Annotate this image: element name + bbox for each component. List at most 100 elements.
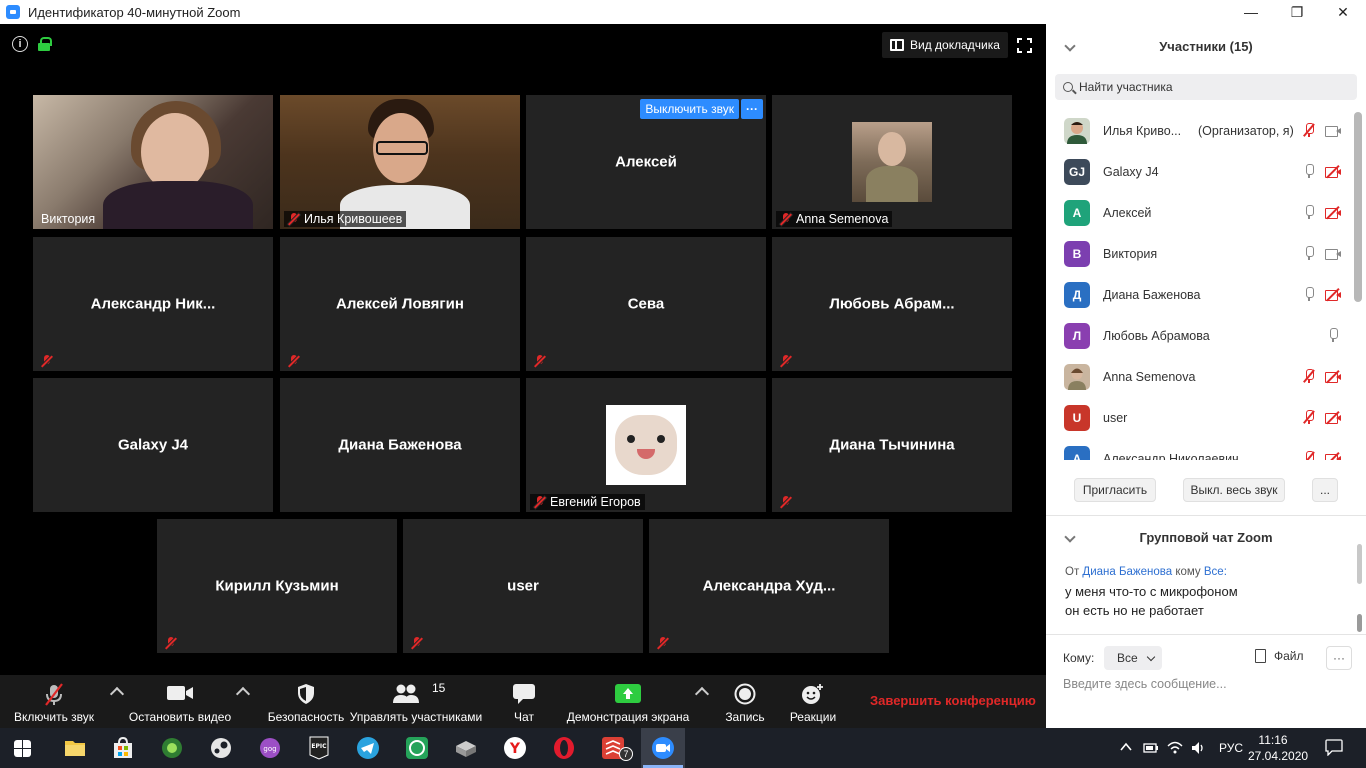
gog-galaxy-icon[interactable]: gog: [258, 736, 282, 760]
volume-icon[interactable]: [1191, 740, 1207, 756]
action-center-icon[interactable]: [1325, 739, 1343, 756]
video-tile-ilya[interactable]: Илья Кривошеев: [280, 95, 520, 229]
opera-icon[interactable]: [552, 736, 576, 760]
stop-video-button[interactable]: Остановить видео: [128, 675, 232, 728]
participant-label: [161, 636, 181, 651]
video-tile-diana-tychinina[interactable]: Диана Тычинина: [772, 378, 1012, 512]
chat-button[interactable]: Чат: [504, 675, 544, 728]
video-tile-lyubov[interactable]: Любовь Абрам...: [772, 237, 1012, 371]
yandex-browser-icon[interactable]: Y: [503, 736, 527, 760]
mic-icon[interactable]: [1328, 328, 1338, 342]
collapse-chevron-icon[interactable]: [1064, 40, 1076, 52]
end-meeting-button[interactable]: Завершить конференцию: [870, 693, 1036, 708]
participant-row[interactable]: Илья Криво... (Организатор, я): [1046, 110, 1354, 151]
telegram-icon[interactable]: [356, 736, 380, 760]
invite-button[interactable]: Пригласить: [1074, 478, 1156, 502]
encryption-lock-icon[interactable]: [38, 37, 52, 51]
mic-active-icon[interactable]: [1304, 246, 1314, 260]
participant-row[interactable]: Anna Semenova: [1046, 356, 1354, 397]
video-off-icon[interactable]: [1325, 410, 1341, 425]
participants-more-button[interactable]: ...: [1312, 478, 1338, 502]
mic-muted-icon[interactable]: [1303, 369, 1315, 383]
chat-message-input[interactable]: Введите здесь сообщение...: [1063, 677, 1227, 691]
video-tile-seva[interactable]: Сева: [526, 237, 766, 371]
unmute-button[interactable]: Включить звук: [8, 675, 100, 728]
chat-scrollbar[interactable]: [1356, 544, 1362, 634]
video-tile-user[interactable]: user: [403, 519, 643, 653]
mic-icon[interactable]: [1304, 164, 1314, 178]
video-off-icon[interactable]: [1325, 451, 1341, 460]
participant-row[interactable]: Л Любовь Абрамова: [1046, 315, 1354, 356]
mic-muted-icon[interactable]: [1303, 410, 1315, 424]
windows-start-icon[interactable]: [14, 740, 31, 757]
participant-row[interactable]: Д Диана Баженова: [1046, 274, 1354, 315]
steam-icon[interactable]: [209, 736, 233, 760]
close-button[interactable]: ✕: [1320, 0, 1366, 24]
input-language[interactable]: РУС: [1219, 728, 1243, 768]
record-label: Запись: [725, 710, 765, 724]
collapse-chevron-icon[interactable]: [1064, 531, 1076, 543]
battery-icon[interactable]: [1143, 741, 1159, 755]
video-options-caret-icon[interactable]: [235, 686, 251, 702]
video-tile-aleksey[interactable]: Алексей Выключить звук ···: [526, 95, 766, 229]
mic-icon[interactable]: [1304, 287, 1314, 301]
share-options-caret-icon[interactable]: [694, 686, 710, 702]
video-off-icon[interactable]: [1325, 287, 1341, 302]
tray-chevron-up-icon[interactable]: [1119, 740, 1133, 754]
zoom-taskbar-icon[interactable]: [651, 736, 675, 760]
video-off-icon[interactable]: [1325, 164, 1341, 179]
video-tile-kirill[interactable]: Кирилл Кузьмин: [157, 519, 397, 653]
minimize-button[interactable]: —: [1228, 0, 1274, 24]
participant-row[interactable]: А Алексей: [1046, 192, 1354, 233]
video-off-icon[interactable]: [1325, 369, 1341, 384]
chat-sender[interactable]: Диана Баженова: [1082, 566, 1172, 578]
chat-recipient[interactable]: Все:: [1204, 566, 1227, 578]
participant-list-scrollbar[interactable]: [1354, 112, 1362, 302]
mic-muted-icon[interactable]: [1303, 123, 1315, 137]
participant-row[interactable]: U user: [1046, 397, 1354, 438]
video-tile-diana-bazhenova[interactable]: Диана Баженова: [280, 378, 520, 512]
mic-muted-icon: [165, 637, 177, 650]
mic-muted-icon[interactable]: [1303, 451, 1315, 460]
participant-row[interactable]: А Александр Николаевич: [1046, 438, 1354, 460]
share-screen-button[interactable]: Демонстрация экрана: [564, 675, 692, 728]
xbox-icon[interactable]: [160, 736, 184, 760]
security-button[interactable]: Безопасность: [264, 675, 348, 728]
mic-muted-icon: [411, 637, 423, 650]
recipient-select[interactable]: Все: [1104, 646, 1162, 670]
participant-row[interactable]: GJ Galaxy J4: [1046, 151, 1354, 192]
video-tile-aleksey-lovyagin[interactable]: Алексей Ловягин: [280, 237, 520, 371]
mute-all-button[interactable]: Выкл. весь звук: [1183, 478, 1285, 502]
video-tile-anna[interactable]: Anna Semenova: [772, 95, 1012, 229]
epic-games-icon[interactable]: EPIC: [307, 736, 331, 760]
reactions-button[interactable]: Реакции: [786, 675, 840, 728]
restore-button[interactable]: ❐: [1274, 0, 1320, 24]
participant-search-input[interactable]: Найти участника: [1055, 74, 1357, 100]
audio-options-caret-icon[interactable]: [109, 686, 125, 702]
participant-row[interactable]: В Виктория: [1046, 233, 1354, 274]
microsoft-store-icon[interactable]: [111, 736, 135, 760]
manage-participants-button[interactable]: 15 Управлять участниками: [348, 675, 484, 728]
video-tile-viktoria[interactable]: Виктория: [33, 95, 273, 229]
video-tile-aleksandra[interactable]: Александра Худ...: [649, 519, 889, 653]
package-manager-icon[interactable]: [454, 736, 478, 760]
record-button[interactable]: Запись: [722, 675, 768, 728]
wifi-icon[interactable]: [1167, 739, 1183, 755]
info-icon[interactable]: i: [12, 36, 28, 52]
whatsapp-icon[interactable]: [405, 736, 429, 760]
video-off-icon[interactable]: [1325, 205, 1341, 220]
video-tile-aleksandr[interactable]: Александр Ник...: [33, 237, 273, 371]
more-options-button[interactable]: ···: [741, 99, 763, 119]
speaker-view-button[interactable]: Вид докладчика: [882, 32, 1008, 58]
video-camera-icon[interactable]: [1325, 248, 1341, 260]
system-clock[interactable]: 11:16 27.04.2020: [1248, 732, 1308, 764]
video-camera-icon[interactable]: [1325, 125, 1341, 137]
mute-participant-button[interactable]: Выключить звук: [640, 99, 739, 119]
fullscreen-icon[interactable]: [1017, 38, 1032, 53]
mic-icon[interactable]: [1304, 205, 1314, 219]
video-tile-galaxy[interactable]: Galaxy J4: [33, 378, 273, 512]
chat-more-button[interactable]: ···: [1326, 646, 1352, 670]
file-explorer-icon[interactable]: [63, 736, 87, 760]
video-tile-evgeniy[interactable]: Евгений Егоров: [526, 378, 766, 512]
file-button[interactable]: Файл: [1255, 649, 1304, 663]
